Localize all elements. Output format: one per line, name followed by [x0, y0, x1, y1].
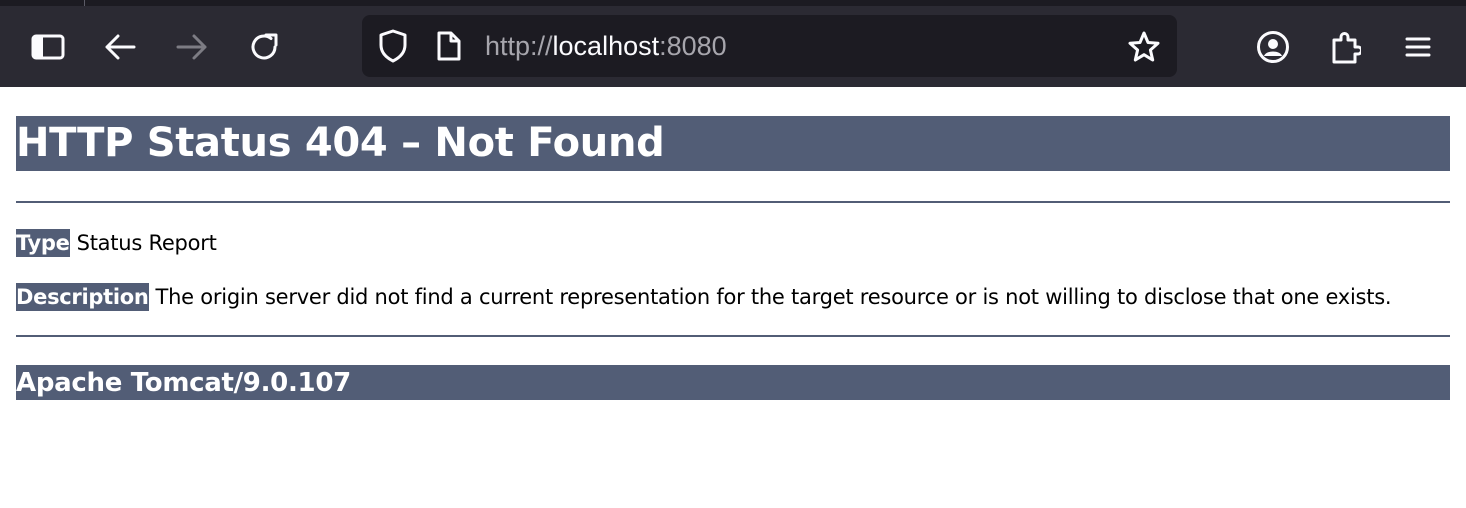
star-icon[interactable]: [1126, 29, 1162, 65]
description-label: Description: [16, 283, 149, 311]
forward-button[interactable]: [169, 24, 215, 70]
type-row: Type Status Report: [16, 229, 217, 257]
reload-icon: [248, 31, 280, 63]
app-menu-button[interactable]: [1395, 24, 1441, 70]
server-info: Apache Tomcat/9.0.107: [16, 368, 351, 398]
divider: [16, 201, 1450, 203]
divider: [16, 335, 1450, 337]
account-button[interactable]: [1250, 24, 1296, 70]
url-host: localhost: [552, 31, 660, 61]
forward-arrow-icon: [176, 33, 208, 61]
shield-icon[interactable]: [376, 29, 410, 63]
reload-button[interactable]: [241, 24, 287, 70]
sidebar-toggle-button[interactable]: [25, 24, 71, 70]
server-banner: Apache Tomcat/9.0.107: [16, 365, 1450, 400]
account-icon: [1256, 30, 1290, 64]
description-value: The origin server did not find a current…: [155, 285, 1392, 309]
url-port: :8080: [659, 31, 727, 61]
browser-toolbar: http://localhost:8080: [0, 6, 1466, 87]
sidebar-icon: [31, 34, 65, 60]
description-row: Description The origin server did not fi…: [16, 283, 1392, 311]
type-value: Status Report: [76, 231, 217, 255]
extensions-icon: [1331, 30, 1361, 64]
url-scheme: http://: [485, 31, 553, 61]
hamburger-menu-icon: [1404, 35, 1432, 59]
address-bar[interactable]: http://localhost:8080: [362, 15, 1177, 77]
extensions-button[interactable]: [1323, 24, 1369, 70]
back-button[interactable]: [97, 24, 143, 70]
url-text[interactable]: http://localhost:8080: [485, 29, 727, 63]
title-banner: HTTP Status 404 – Not Found: [16, 116, 1450, 171]
page-title: HTTP Status 404 – Not Found: [16, 120, 665, 166]
back-arrow-icon: [104, 33, 136, 61]
page-icon[interactable]: [434, 29, 464, 63]
type-label: Type: [16, 229, 70, 257]
